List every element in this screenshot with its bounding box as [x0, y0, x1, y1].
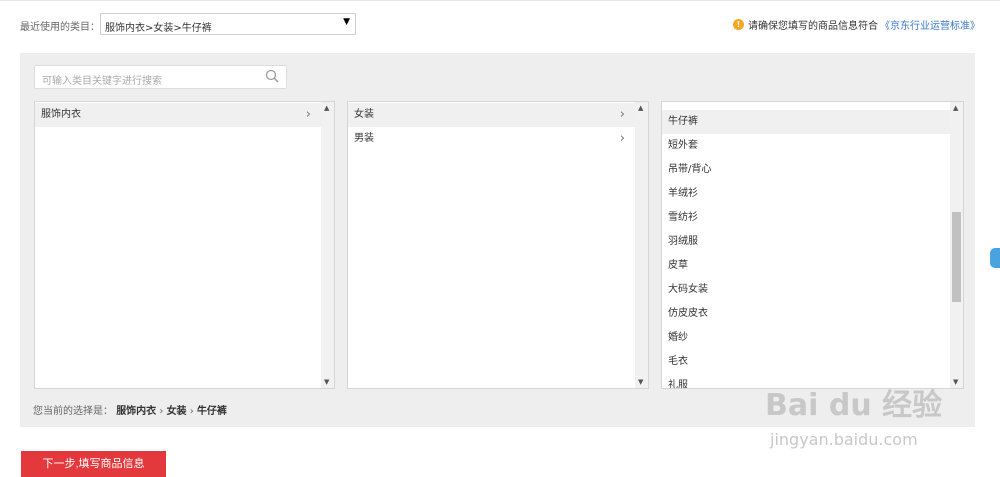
recent-category-select[interactable]: 服饰内衣>女装>牛仔裤 ▼	[100, 13, 356, 35]
scrollbar[interactable]: ▲ ▼	[321, 102, 334, 388]
category-column-level1[interactable]: 服饰内衣 › ▲ ▼	[34, 101, 335, 389]
standards-notice: ! 请确保您填写的商品信息符合 《京东行业运营标准》	[733, 17, 980, 32]
category-item-男装[interactable]: 男装 ›	[348, 127, 635, 151]
chevron-right-icon: ›	[159, 406, 164, 417]
scroll-up-arrow-icon[interactable]: ▲	[638, 104, 643, 112]
chevron-right-icon: ›	[619, 131, 625, 146]
category-item-短外套[interactable]: 短外套	[662, 134, 950, 158]
next-step-button[interactable]: 下一步,填写商品信息	[21, 451, 166, 477]
scrollbar[interactable]: ▲ ▼	[635, 102, 648, 388]
category-item-毛衣[interactable]: 毛衣	[662, 350, 950, 374]
current-path-level1: 服饰内衣	[116, 406, 157, 417]
category-item-皮草[interactable]: 皮草	[662, 254, 950, 278]
category-item-label: 牛仔裤	[668, 116, 698, 127]
current-selection-label: 您当前的选择是：	[33, 406, 113, 417]
category-column-level2[interactable]: 女装 › 男装 › ▲ ▼	[347, 101, 649, 389]
category-item-牛仔裤[interactable]: 牛仔裤	[662, 110, 950, 134]
category-item-雪纺衫[interactable]: 雪纺衫	[662, 206, 950, 230]
category-item-label: 短外套	[668, 140, 698, 151]
warning-icon: !	[733, 19, 744, 30]
category-item-label: 婚纱	[668, 332, 688, 343]
search-icon[interactable]	[265, 69, 279, 83]
category-item-label: 羽绒服	[668, 236, 698, 247]
chevron-right-icon: ›	[619, 107, 625, 122]
current-selection: 您当前的选择是： 服饰内衣 › 女装 › 牛仔裤	[33, 402, 227, 417]
category-item-label: 礼服	[668, 380, 688, 389]
category-item-label: 大码女装	[668, 284, 708, 295]
category-item-仿皮皮衣[interactable]: 仿皮皮衣	[662, 302, 950, 326]
chevron-right-icon: ›	[189, 406, 194, 417]
scroll-up-arrow-icon[interactable]: ▲	[324, 104, 329, 112]
scroll-down-arrow-icon[interactable]: ▼	[953, 378, 958, 386]
current-path-level2: 女装	[166, 406, 187, 417]
standards-link[interactable]: 《京东行业运营标准》	[880, 17, 980, 32]
chevron-right-icon: ›	[305, 107, 311, 122]
category-item-大码女装[interactable]: 大码女装	[662, 278, 950, 302]
category-item-label: 毛衣	[668, 356, 688, 367]
category-item-服饰内衣[interactable]: 服饰内衣 ›	[35, 103, 321, 127]
category-item-label: 吊带/背心	[668, 164, 712, 175]
category-item-label: 皮草	[668, 260, 688, 271]
dropdown-arrow-icon: ▼	[343, 17, 350, 27]
baidu-watermark-url: jingyan.baidu.com	[770, 430, 918, 449]
category-item-吊带背心[interactable]: 吊带/背心	[662, 158, 950, 182]
category-search-input[interactable]: 可输入类目关键字进行搜索	[34, 65, 287, 89]
baidu-watermark: Bai du 经验	[765, 388, 943, 423]
category-item-婚纱[interactable]: 婚纱	[662, 326, 950, 350]
scrollbar-thumb[interactable]	[952, 212, 961, 302]
recent-category-label: 最近使用的类目：	[20, 22, 100, 33]
category-item-label: 仿皮皮衣	[668, 308, 708, 319]
category-item-label: 服饰内衣	[41, 109, 81, 120]
category-item-label: 女装	[354, 109, 374, 120]
search-placeholder: 可输入类目关键字进行搜索	[42, 76, 162, 87]
category-item-羽绒服[interactable]: 羽绒服	[662, 230, 950, 254]
notice-text: 请确保您填写的商品信息符合	[748, 21, 878, 32]
scroll-down-arrow-icon[interactable]: ▼	[638, 378, 643, 386]
category-item-label: 雪纺衫	[668, 212, 698, 223]
category-item-女装[interactable]: 女装 ›	[348, 103, 635, 127]
category-item-羊绒衫[interactable]: 羊绒衫	[662, 182, 950, 206]
category-column-level3[interactable]: 牛仔裤 短外套 吊带/背心 羊绒衫 雪纺衫 羽绒服 皮草 大码女装 仿皮皮衣 婚…	[661, 101, 964, 389]
scroll-down-arrow-icon[interactable]: ▼	[324, 378, 329, 386]
category-item-label: 羊绒衫	[668, 188, 698, 199]
scroll-up-arrow-icon[interactable]: ▲	[953, 104, 958, 112]
current-path-level3: 牛仔裤	[196, 406, 227, 417]
scrollbar[interactable]: ▲ ▼	[950, 102, 963, 388]
recent-category-value: 服饰内衣>女装>牛仔裤	[105, 23, 212, 34]
side-help-widget[interactable]	[990, 248, 1000, 268]
top-divider	[0, 0, 1000, 1]
category-item-label: 男装	[354, 133, 374, 144]
